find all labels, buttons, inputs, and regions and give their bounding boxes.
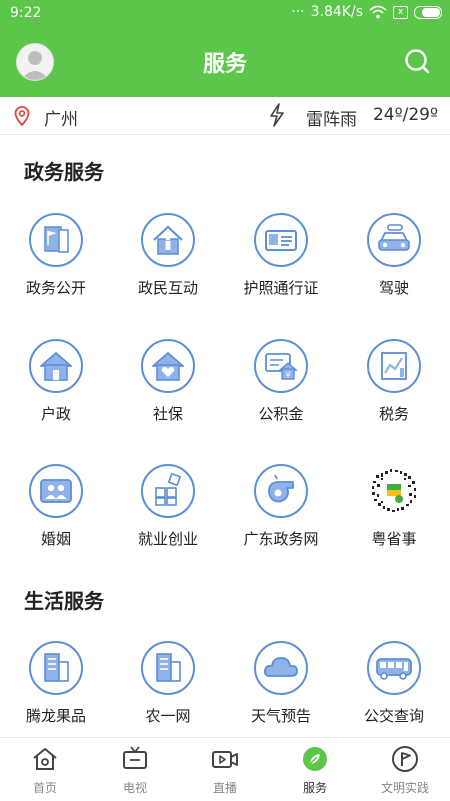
app-header: 9:22 ··· 3.84K/s x 服务 [0,0,450,97]
cloud-icon [254,641,308,695]
service-item-tenglong-fruit[interactable]: 腾龙果品 [0,640,112,750]
house-icon [29,339,83,393]
service-label: 天气预告 [250,707,311,725]
service-label: 农一网 [145,707,191,725]
service-label: 社保 [152,405,183,423]
home-icon [33,748,57,770]
tab-label: 文明实践 [380,781,429,795]
tv-icon [123,746,147,769]
tab-service[interactable]: 服务 [270,738,360,801]
tab-label: 电视 [122,781,147,795]
svg-text:¥: ¥ [285,371,290,380]
city-name[interactable]: 广州 [44,105,78,130]
flag-doc-icon [29,213,83,267]
status-right: ··· 3.84K/s x [291,4,442,20]
service-label: 驾驶 [378,279,409,297]
section-title-government: 政务服务 [24,160,104,184]
signal-dots: ··· [291,4,305,20]
service-item-gov-open[interactable]: 政务公开 [0,212,112,322]
flag-circle-icon [392,746,418,772]
wifi-icon [369,5,387,19]
status-time: 9:22 [10,5,42,21]
service-item-passport[interactable]: 护照通行证 [225,212,337,322]
chart-icon [367,339,421,393]
service-item-gd-gov-web[interactable]: 广东政务网 [225,463,337,573]
service-item-tax[interactable]: 税务 [338,338,450,448]
tab-home[interactable]: 首页 [0,738,90,801]
service-item-interaction[interactable]: 政民互动 [112,212,224,322]
service-label: 粤省事 [371,530,417,548]
service-item-household[interactable]: 户政 [0,338,112,448]
service-label: 政务公开 [25,279,86,297]
service-label: 公积金 [258,405,304,423]
weather-condition: 雷阵雨 [306,110,357,130]
car-icon [367,213,421,267]
live-video-icon [212,751,238,768]
qr-code-icon [367,464,421,518]
location-pin-icon [14,106,30,126]
tab-label: 首页 [32,781,57,795]
page-title: 服务 [202,52,247,77]
tab-civilization[interactable]: 文明实践 [360,738,450,801]
service-item-housing-fund[interactable]: ¥ 公积金 [225,338,337,448]
search-icon[interactable] [400,44,434,78]
weather-bar: 广州 雷阵雨 24º/29º [0,97,450,135]
building-icon [141,641,195,695]
tab-label: 直播 [212,781,237,795]
service-label: 户政 [40,405,71,423]
service-label: 税务 [378,405,409,423]
tab-tv[interactable]: 电视 [90,738,180,801]
service-item-social-security[interactable]: 社保 [112,338,224,448]
tab-live[interactable]: 直播 [180,738,270,801]
service-item-marriage[interactable]: 婚姻 [0,463,112,573]
service-label: 婚姻 [40,530,71,548]
id-card-icon [254,213,308,267]
temperature: 24º/29º [372,105,438,125]
service-label: 政民互动 [137,279,198,297]
service-item-employment[interactable]: 就业创业 [112,463,224,573]
service-item-yueshengshi[interactable]: 粤省事 [338,463,450,573]
no-sim-icon: x [393,5,408,19]
section-title-life: 生活服务 [24,589,104,613]
service-item-bus-query[interactable]: 公交查询 [338,640,450,750]
service-item-nongyi[interactable]: 农一网 [112,640,224,750]
house-person-icon [141,213,195,267]
title-bar: 服务 [0,26,450,97]
house-heart-icon [141,339,195,393]
status-bar: 9:22 ··· 3.84K/s x [0,0,450,26]
thunder-icon [270,103,284,127]
service-label: 腾龙果品 [25,707,86,725]
service-item-weather-forecast[interactable]: 天气预告 [225,640,337,750]
service-item-driving[interactable]: 驾驶 [338,212,450,322]
whistle-icon [254,464,308,518]
service-label: 广东政务网 [243,530,319,548]
network-speed: 3.84K/s [310,4,363,20]
compass-leaf-icon [303,747,327,771]
service-label: 护照通行证 [243,279,319,297]
couple-icon [29,464,83,518]
tab-label: 服务 [302,781,327,795]
house-fund-icon: ¥ [254,339,308,393]
battery-icon [414,5,442,19]
bottom-tab-bar: 首页 电视 直播 服务 文明实践 [0,737,450,801]
service-label: 就业创业 [137,530,198,548]
blocks-icon [141,464,195,518]
bus-icon [367,641,421,695]
building-icon [29,641,83,695]
service-label: 公交查询 [363,707,424,725]
